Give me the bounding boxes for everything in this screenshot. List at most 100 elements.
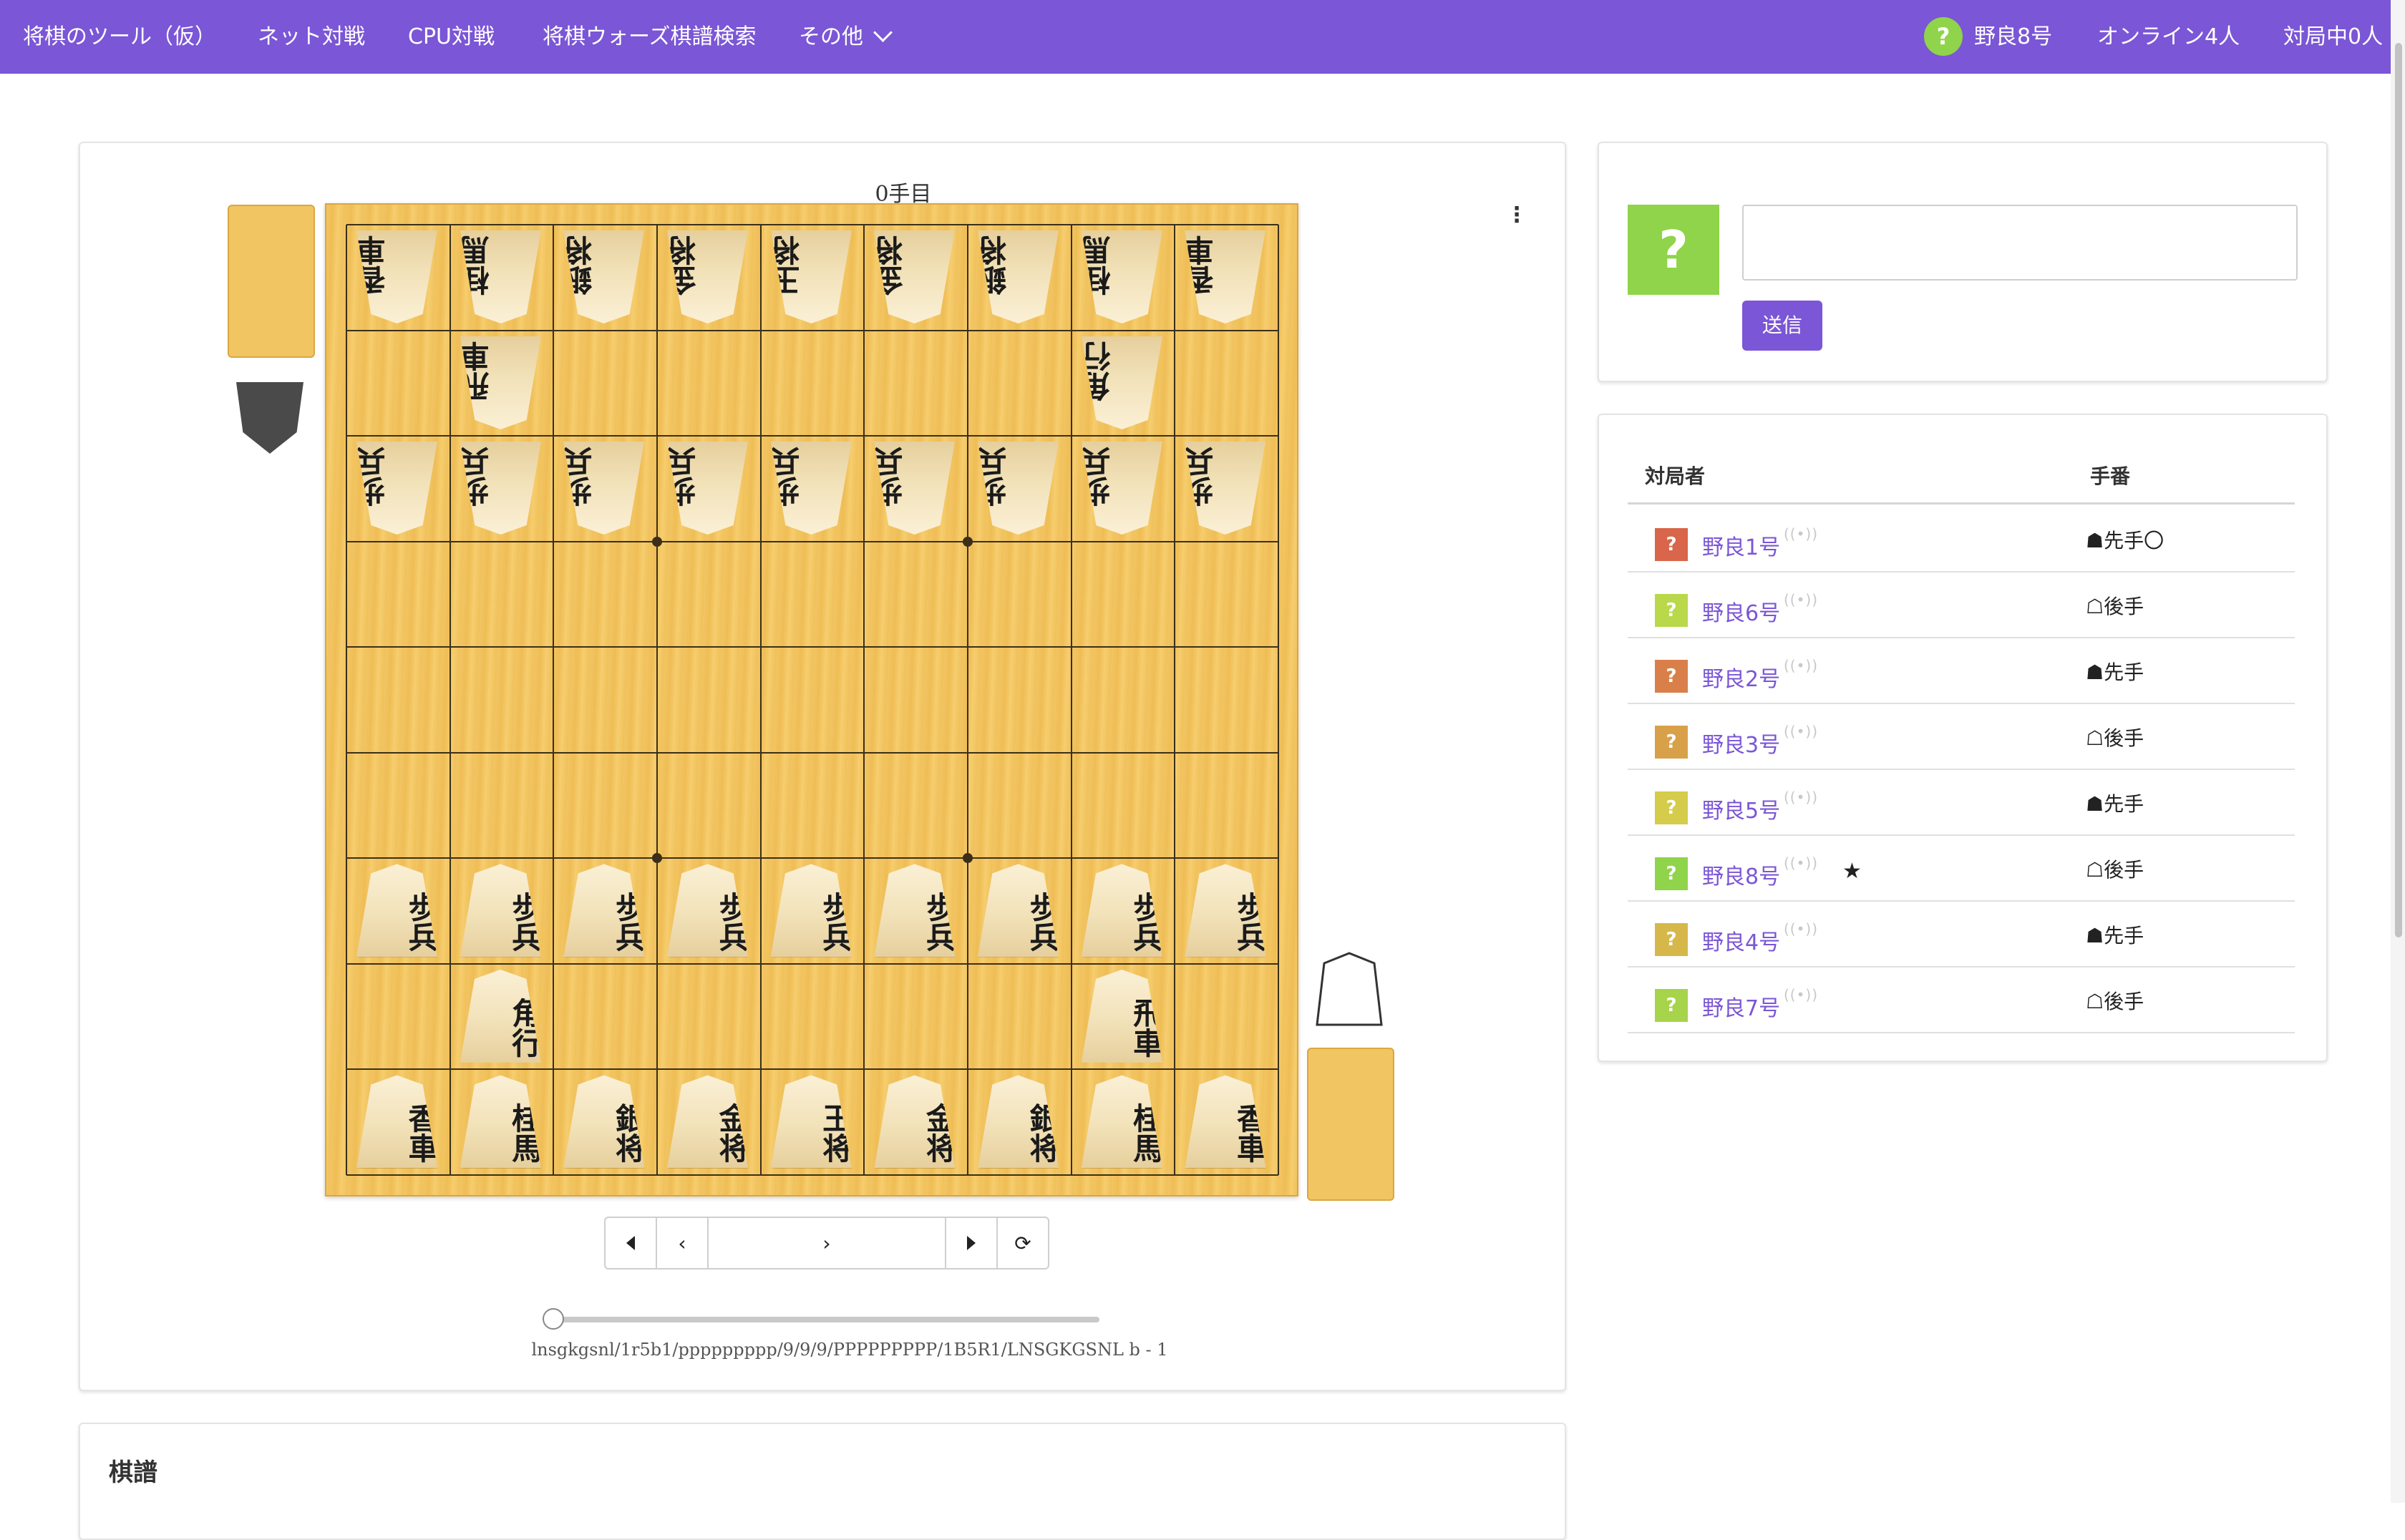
gote-piece[interactable]: 歩兵 — [460, 442, 541, 535]
board-square[interactable] — [553, 331, 657, 436]
gote-piece[interactable]: 歩兵 — [563, 442, 644, 535]
player-name-link[interactable]: 野良1号 — [1702, 530, 1780, 561]
board-square[interactable]: 金将 — [657, 225, 761, 330]
board-square[interactable] — [968, 753, 1072, 858]
board-square[interactable]: 銀将 — [553, 1069, 657, 1174]
board-square[interactable] — [1175, 542, 1278, 647]
board-square[interactable] — [1072, 542, 1175, 647]
board-square[interactable] — [1175, 964, 1278, 1069]
board-menu-icon[interactable]: ⋮ — [1506, 205, 1527, 226]
board-square[interactable]: 歩兵 — [1175, 858, 1278, 963]
gote-piece[interactable]: 玉将 — [771, 230, 852, 323]
sente-piece[interactable]: 歩兵 — [770, 864, 852, 957]
gote-piece[interactable]: 香車 — [356, 230, 437, 323]
board-square[interactable] — [450, 753, 554, 858]
first-move-button[interactable] — [606, 1218, 657, 1268]
gote-piece[interactable]: 桂馬 — [460, 230, 541, 323]
sente-piece[interactable]: 歩兵 — [356, 864, 437, 957]
send-button[interactable]: 送信 — [1742, 301, 1822, 351]
board-square[interactable] — [346, 331, 450, 436]
sente-piece[interactable]: 桂馬 — [1081, 1075, 1162, 1169]
nav-wars-search[interactable]: 将棋ウォーズ棋譜検索 — [543, 0, 757, 74]
board-square[interactable] — [968, 542, 1072, 647]
user-name[interactable]: 野良8号 — [1974, 0, 2052, 74]
board-square[interactable] — [657, 331, 761, 436]
board-square[interactable]: 歩兵 — [968, 436, 1072, 541]
sente-piece[interactable]: 金将 — [667, 1075, 748, 1169]
board-square[interactable]: 角行 — [450, 964, 554, 1069]
brand-link[interactable]: 将棋のツール（仮） — [23, 0, 216, 74]
sente-piece[interactable]: 銀将 — [563, 1075, 645, 1169]
gote-piece[interactable]: 香車 — [1185, 230, 1265, 323]
board-square[interactable] — [657, 647, 761, 752]
board-square[interactable]: 香車 — [1175, 225, 1278, 330]
next-move-button[interactable]: › — [709, 1218, 946, 1268]
board-square[interactable] — [968, 647, 1072, 752]
board-square[interactable] — [450, 647, 554, 752]
board-square[interactable] — [968, 331, 1072, 436]
board-square[interactable]: 金将 — [864, 1069, 968, 1174]
board-square[interactable] — [864, 331, 968, 436]
board-square[interactable] — [553, 647, 657, 752]
prev-move-button[interactable]: ‹ — [657, 1218, 709, 1268]
board-square[interactable]: 桂馬 — [1072, 1069, 1175, 1174]
board-square[interactable]: 飛車 — [450, 331, 554, 436]
gote-piece[interactable]: 銀将 — [563, 230, 644, 323]
board-square[interactable] — [553, 542, 657, 647]
board-square[interactable] — [346, 753, 450, 858]
gote-piece[interactable]: 歩兵 — [667, 442, 748, 535]
nav-net-match[interactable]: ネット対戦 — [258, 0, 365, 74]
shogi-board[interactable]: 香車 桂馬 銀将 金将 玉将 金将 銀将 桂馬 香車 飛車 角行 歩兵 歩兵 歩兵 歩兵 歩兵 歩兵 歩兵 歩兵 歩兵… — [325, 203, 1298, 1197]
board-square[interactable]: 王将 — [761, 1069, 865, 1174]
board-square[interactable] — [761, 331, 865, 436]
board-square[interactable]: 歩兵 — [553, 436, 657, 541]
gote-piece[interactable]: 歩兵 — [874, 442, 955, 535]
sente-piece[interactable]: 歩兵 — [874, 864, 956, 957]
ply-slider[interactable] — [553, 1317, 1099, 1322]
sente-piece[interactable]: 銀将 — [978, 1075, 1059, 1169]
board-square[interactable]: 歩兵 — [657, 858, 761, 963]
sente-piece[interactable]: 香車 — [356, 1075, 437, 1169]
board-square[interactable]: 香車 — [1175, 1069, 1278, 1174]
sente-piece[interactable]: 香車 — [1185, 1075, 1266, 1169]
flip-board-button[interactable]: ⟳ — [998, 1218, 1048, 1268]
nav-other-dropdown[interactable]: その他 — [799, 0, 893, 74]
chat-message-input[interactable] — [1742, 205, 2298, 281]
board-square[interactable] — [1072, 753, 1175, 858]
board-square[interactable] — [1175, 331, 1278, 436]
board-square[interactable]: 銀将 — [968, 225, 1072, 330]
gote-piece[interactable]: 歩兵 — [1082, 442, 1162, 535]
player-name-link[interactable]: 野良7号 — [1702, 990, 1780, 1022]
last-move-button[interactable] — [946, 1218, 998, 1268]
gote-piece[interactable]: 歩兵 — [978, 442, 1059, 535]
board-square[interactable] — [864, 647, 968, 752]
sente-piece[interactable]: 歩兵 — [563, 864, 645, 957]
sente-piece[interactable]: 金将 — [874, 1075, 956, 1169]
board-square[interactable] — [761, 964, 865, 1069]
board-square[interactable]: 飛車 — [1072, 964, 1175, 1069]
board-square[interactable] — [864, 964, 968, 1069]
board-square[interactable] — [346, 542, 450, 647]
gote-piece[interactable]: 飛車 — [460, 336, 541, 429]
board-square[interactable] — [761, 542, 865, 647]
board-square[interactable]: 香車 — [346, 225, 450, 330]
player-name-link[interactable]: 野良2号 — [1702, 661, 1780, 693]
gote-piece[interactable]: 歩兵 — [1185, 442, 1265, 535]
board-square[interactable]: 銀将 — [553, 225, 657, 330]
player-name-link[interactable]: 野良5号 — [1702, 793, 1780, 824]
board-square[interactable] — [553, 753, 657, 858]
sente-piece[interactable]: 歩兵 — [667, 864, 748, 957]
board-square[interactable] — [450, 542, 554, 647]
sente-piece[interactable]: 桂馬 — [460, 1075, 541, 1169]
scrollbar-thumb[interactable] — [2395, 43, 2402, 937]
gote-piece[interactable]: 金将 — [874, 230, 955, 323]
board-square[interactable] — [864, 753, 968, 858]
board-square[interactable]: 歩兵 — [1072, 436, 1175, 541]
sente-piece[interactable]: 歩兵 — [1081, 864, 1162, 957]
board-square[interactable]: 歩兵 — [1072, 858, 1175, 963]
board-square[interactable] — [657, 753, 761, 858]
player-name-link[interactable]: 野良4号 — [1702, 925, 1780, 956]
board-square[interactable] — [346, 964, 450, 1069]
sente-piece[interactable]: 飛車 — [1081, 969, 1162, 1063]
sente-piece[interactable]: 王将 — [770, 1075, 852, 1169]
